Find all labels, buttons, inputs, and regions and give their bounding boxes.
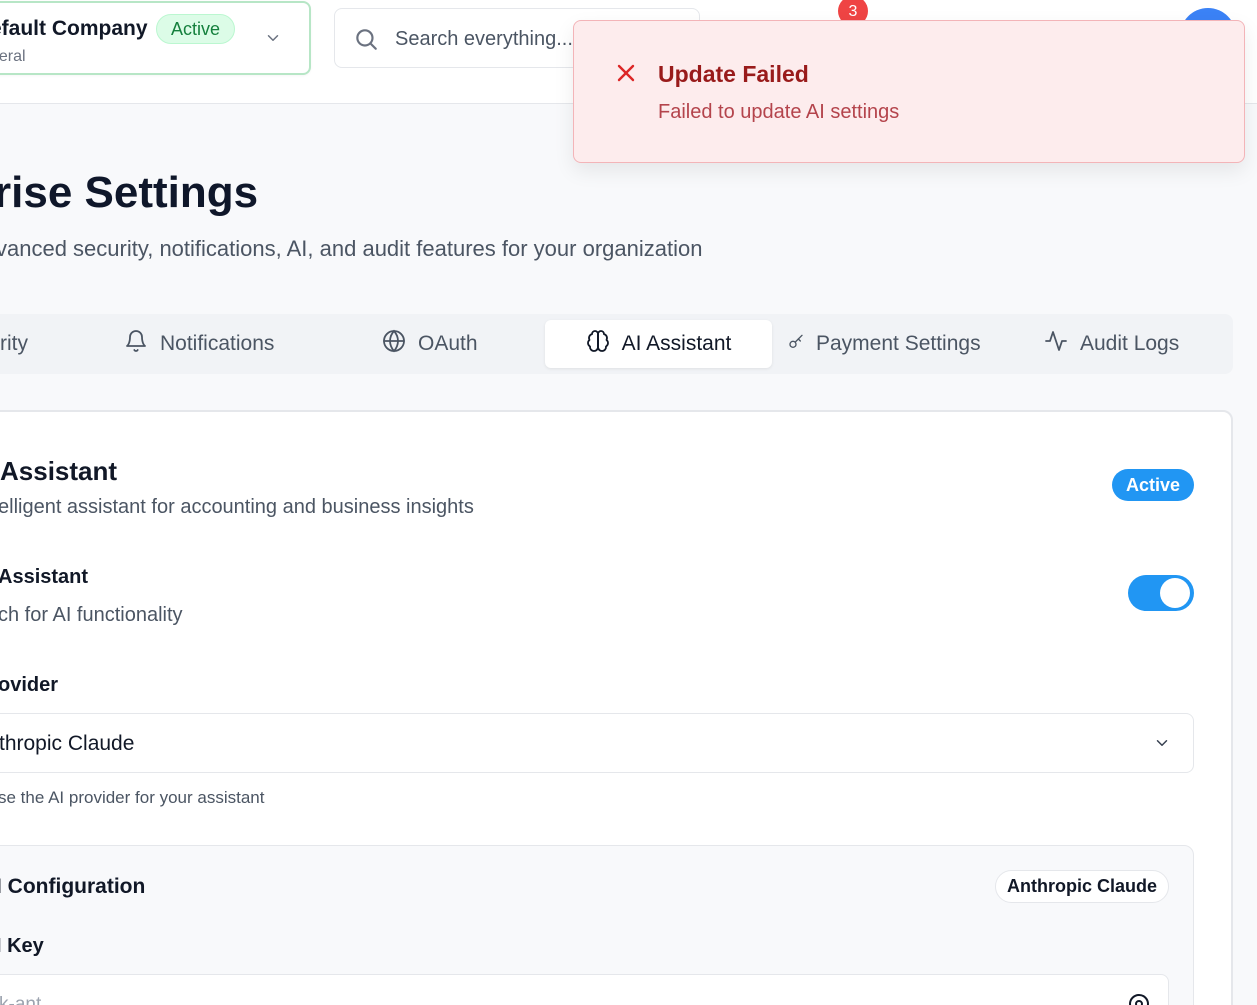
card-description: elligent assistant for accounting and bu… [0,496,474,518]
tab-oauth[interactable]: OAuth [382,320,478,368]
chevron-down-icon [264,29,282,52]
globe-icon [382,329,406,359]
card-title: Assistant [0,456,118,486]
company-name: efault Company [0,17,148,40]
tab-label: Payment Settings [816,332,981,355]
tab-label: rity [0,332,28,355]
provider-chip: Anthropic Claude [995,870,1169,903]
key-icon [788,332,804,356]
tab-label: AI Assistant [621,332,732,355]
close-icon [614,61,638,90]
status-badge: Active [1112,469,1194,501]
tab-label: Notifications [160,332,275,355]
provider-select[interactable]: thropic Claude [0,713,1194,773]
tab-label: OAuth [418,332,478,355]
settings-tabs: rity Notifications OAuth AI Assistant Pa… [0,314,1233,374]
page-subtitle: vanced security, notifications, AI, and … [0,236,703,261]
enable-assistant-help: ch for AI functionality [0,604,183,626]
provider-help-text: se the AI provider for your assistant [0,788,265,807]
api-key-input[interactable] [0,991,399,1005]
toggle-knob [1160,578,1190,608]
tab-notifications[interactable]: Notifications [124,320,274,368]
provider-label: ovider [0,674,59,696]
provider-selected-value: thropic Claude [0,732,135,755]
company-switcher[interactable]: efault Company Active neral [0,1,311,75]
enable-assistant-label: Assistant [0,566,89,588]
bell-icon [124,329,148,359]
tab-label: Audit Logs [1080,332,1180,355]
tab-audit-logs[interactable]: Audit Logs [1044,320,1179,368]
company-subtitle: neral [0,48,26,65]
chevron-down-icon [1153,734,1171,757]
eye-icon[interactable] [1127,992,1151,1005]
error-toast: Update Failed Failed to update AI settin… [573,20,1245,163]
brain-icon [586,329,610,359]
toast-title: Update Failed [658,61,809,87]
search-icon [353,26,379,57]
toast-message: Failed to update AI settings [658,101,900,123]
api-configuration-title: I Configuration [0,875,146,898]
search-input[interactable] [395,25,575,53]
api-key-field [0,974,1169,1005]
tab-payment-settings[interactable]: Payment Settings [788,320,981,368]
tab-security[interactable]: rity [0,320,28,368]
company-status-badge: Active [156,14,236,44]
tab-ai-assistant[interactable]: AI Assistant [545,320,772,368]
activity-icon [1044,329,1068,359]
api-key-label: I Key [0,935,44,957]
enable-assistant-toggle[interactable] [1128,575,1194,611]
page-title: rise Settings [0,168,259,217]
